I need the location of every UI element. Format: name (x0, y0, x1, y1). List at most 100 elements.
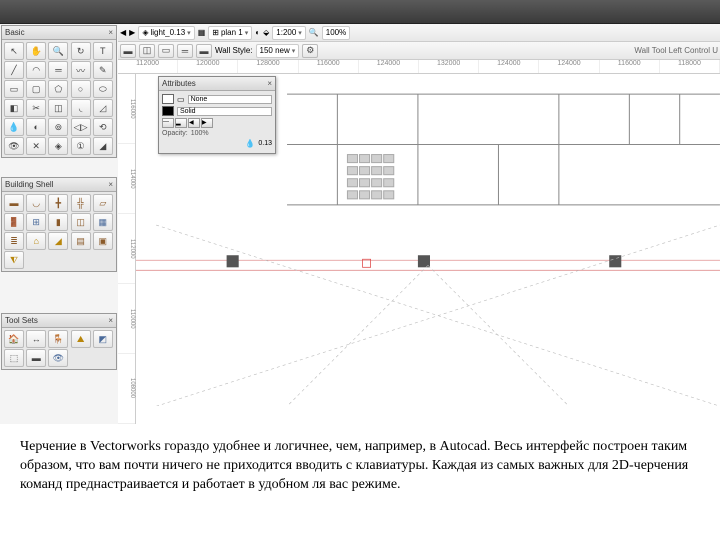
toolset-furniture[interactable]: 🪑 (48, 330, 68, 348)
roof-face-tool[interactable]: ◢ (48, 232, 68, 250)
line-tool[interactable]: ╱ (4, 61, 24, 79)
roof-tool[interactable]: ⌂ (26, 232, 46, 250)
drawing-canvas[interactable]: Attributes × ▭ None Solid (136, 74, 720, 424)
window-wall-tool[interactable]: ▦ (93, 213, 113, 231)
tool-sets-header[interactable]: Tool Sets × (2, 314, 116, 328)
basic-palette-header[interactable]: Basic × (2, 26, 116, 40)
prefs-icon[interactable]: ⚙ (302, 44, 318, 58)
wall-join-tool[interactable]: ╋ (48, 194, 68, 212)
stair-tool[interactable]: ≣ (4, 232, 24, 250)
split-tool[interactable]: ✂ (26, 99, 46, 117)
fillet-tool[interactable]: ◟ (71, 99, 91, 117)
ruler-tick: 116000 (600, 60, 660, 73)
column-tool[interactable]: ▮ (48, 213, 68, 231)
wall-tool[interactable]: ▬ (4, 194, 24, 212)
marker-end-btn[interactable]: ▶ (201, 118, 213, 128)
mirror-tool[interactable]: ◁▷ (71, 118, 91, 136)
close-icon[interactable]: × (108, 316, 113, 325)
wall-style-value: 150 new (260, 46, 290, 55)
mode-icon-3[interactable]: ▭ (158, 44, 174, 58)
opacity-label: Opacity: (162, 130, 188, 137)
symbol-tool[interactable]: ◈ (48, 137, 68, 155)
mode-icon-5[interactable]: ▬ (196, 44, 212, 58)
clip-tool[interactable]: ◫ (48, 99, 68, 117)
eyedropper-tool[interactable]: 💧 (4, 118, 24, 136)
zoom-value: 100% (326, 28, 346, 37)
nav-fwd-icon[interactable]: ▶ (129, 28, 135, 37)
ruler-tick: 108000 (118, 354, 135, 424)
toolset-walls[interactable]: ▬ (26, 349, 46, 367)
polyline-tool[interactable]: 〰 (71, 61, 91, 79)
mode-icon-2[interactable]: ◫ (139, 44, 155, 58)
attributes-palette: Attributes × ▭ None Solid (158, 76, 276, 154)
slab-tool[interactable]: ▱ (93, 194, 113, 212)
chamfer-tool[interactable]: ◿ (93, 99, 113, 117)
view-dropdown[interactable]: ⊞ plan 1 ▾ (208, 26, 252, 40)
reshape-tool[interactable]: ◧ (4, 99, 24, 117)
freehand-tool[interactable]: ✎ (93, 61, 113, 79)
pilaster-tool[interactable]: ◫ (71, 213, 91, 231)
double-line-tool[interactable]: ═ (48, 61, 68, 79)
fill-mode-select[interactable]: None (188, 95, 272, 104)
eyedropper-icon[interactable]: 💧 (245, 139, 255, 148)
selection-tool[interactable]: ↖ (4, 42, 24, 60)
close-icon[interactable]: × (267, 79, 272, 88)
number-stamp-tool[interactable]: ① (71, 137, 91, 155)
rotate-tool[interactable]: ⟲ (93, 118, 113, 136)
perspective-icon[interactable]: ⬙ (263, 28, 269, 37)
marker-start-btn[interactable]: ◀ (188, 118, 200, 128)
window-tool[interactable]: ⊞ (26, 213, 46, 231)
pan-tool[interactable]: ✋ (26, 42, 46, 60)
attribute-mapping-tool[interactable]: ◐ (26, 118, 46, 136)
window-titlebar (0, 0, 720, 24)
visibility-tool[interactable]: 👁 (4, 137, 24, 155)
canvas-wrapper: 116000 114000 112000 110000 108000 Attri… (118, 74, 720, 424)
zoom-out-icon[interactable]: 🔍 (309, 28, 319, 37)
toolset-site[interactable]: ⛰ (71, 330, 91, 348)
toolset-dims[interactable]: ↔ (26, 330, 46, 348)
line-mode-select[interactable]: Solid (177, 107, 272, 116)
flyover-tool[interactable]: ↻ (71, 42, 91, 60)
polygon-tool[interactable]: ⬠ (48, 80, 68, 98)
fill-icon[interactable]: ▭ (177, 95, 185, 104)
rectangle-tool[interactable]: ▭ (4, 80, 24, 98)
rounded-rect-tool[interactable]: ▢ (26, 80, 46, 98)
layer-dropdown[interactable]: ◈ light_0.13 ▾ (138, 26, 194, 40)
toolset-building-shell[interactable]: 🏠 (4, 330, 24, 348)
offset-tool[interactable]: ⊚ (48, 118, 68, 136)
door-tool[interactable]: 🚪 (4, 213, 24, 231)
building-shell-header[interactable]: Building Shell × (2, 178, 116, 192)
scale-dropdown[interactable]: 1:200 ▾ (272, 26, 306, 40)
toolset-visualization[interactable]: 👁 (48, 349, 68, 367)
close-icon[interactable]: × (108, 28, 113, 37)
round-wall-tool[interactable]: ◡ (26, 194, 46, 212)
planview-icon[interactable]: ▦ (198, 28, 206, 37)
arc-tool[interactable]: ◠ (26, 61, 46, 79)
line-style-btn[interactable]: — (162, 118, 174, 128)
wall-style-dropdown[interactable]: 150 new ▾ (256, 44, 300, 58)
mode-icon-4[interactable]: ═ (177, 44, 193, 58)
text-tool[interactable]: T (93, 42, 113, 60)
mode-icon-1[interactable]: ▬ (120, 44, 136, 58)
view-toolbar: ◀ ▶ ◈ light_0.13 ▾ ▦ ⊞ plan 1 ▾ ◐ ⬙ 1:20… (118, 24, 720, 42)
escalator-tool[interactable]: ⧨ (4, 251, 24, 269)
nav-back-icon[interactable]: ◀ (120, 28, 126, 37)
locus-tool[interactable]: ✕ (26, 137, 46, 155)
ellipse-tool[interactable]: ⬭ (93, 80, 113, 98)
toolset-3d[interactable]: ⬚ (4, 349, 24, 367)
component-join-tool[interactable]: ╬ (71, 194, 91, 212)
pen-swatch[interactable] (162, 106, 174, 116)
render-icon[interactable]: ◐ (255, 28, 260, 37)
fill-swatch[interactable] (162, 94, 174, 104)
space-tool[interactable]: ▣ (93, 232, 113, 250)
circle-tool[interactable]: ○ (71, 80, 91, 98)
line-weight-btn[interactable]: ▂ (175, 118, 187, 128)
callout-tool[interactable]: ◢ (93, 137, 113, 155)
zoom-field[interactable]: 100% (322, 26, 350, 40)
close-icon[interactable]: × (108, 180, 113, 189)
toolset-detailing[interactable]: ◩ (93, 330, 113, 348)
framing-tool[interactable]: ▤ (71, 232, 91, 250)
attributes-header[interactable]: Attributes × (159, 77, 275, 91)
zoom-tool[interactable]: 🔍 (48, 42, 68, 60)
ruler-tick: 112000 (118, 60, 178, 73)
